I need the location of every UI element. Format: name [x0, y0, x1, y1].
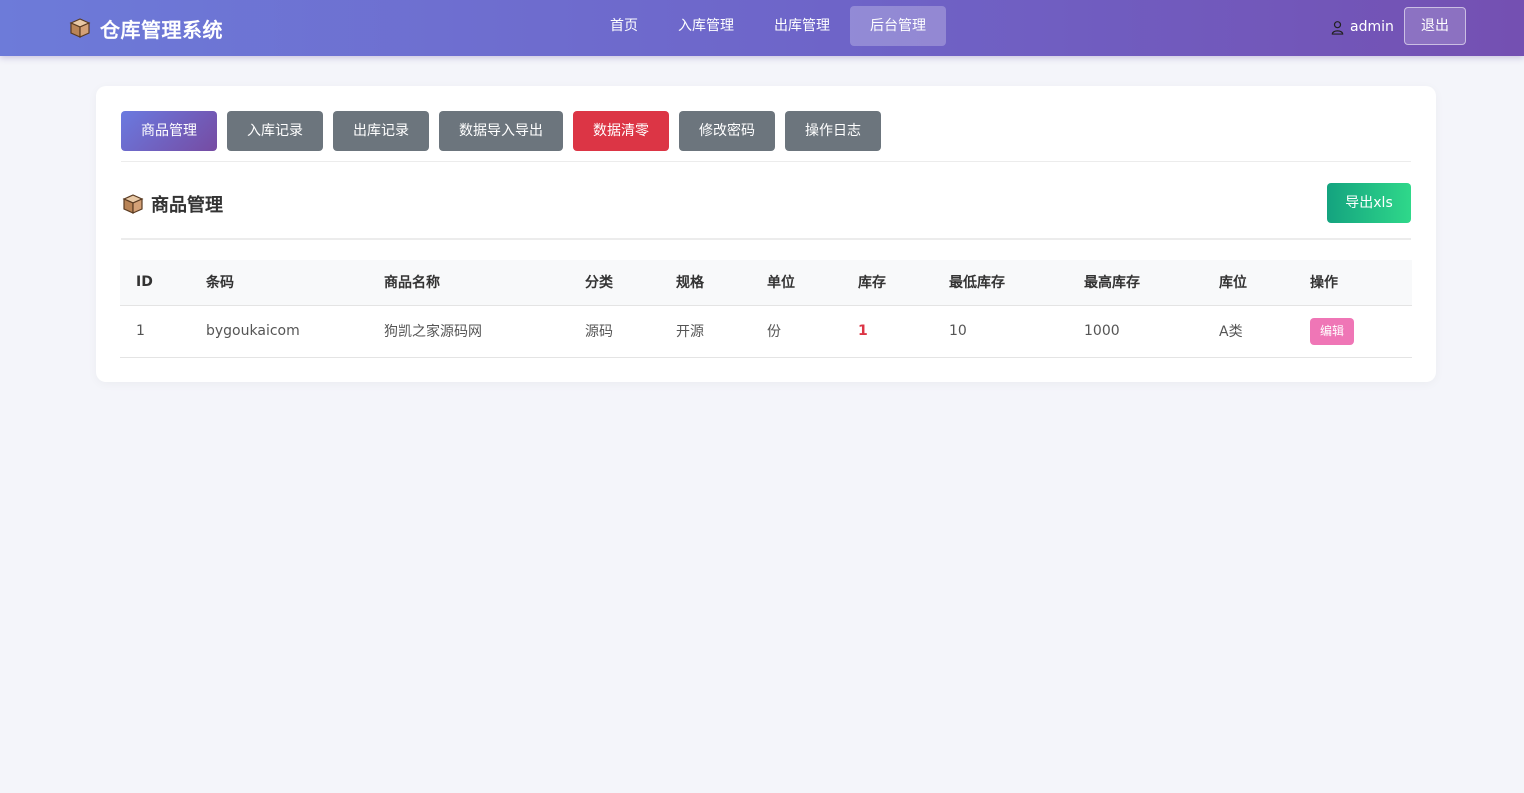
table-header: ID 条码 商品名称 分类 规格 单位 库存 最低库存 最高库存 库位 操作: [120, 260, 1412, 306]
tab-product-management[interactable]: 商品管理: [121, 111, 217, 151]
products-table: ID 条码 商品名称 分类 规格 单位 库存 最低库存 最高库存 库位 操作 1…: [120, 260, 1412, 358]
package-box-icon: [69, 18, 91, 38]
main-nav: 首页 入库管理 出库管理 后台管理: [590, 6, 946, 46]
tabs-divider: [121, 161, 1411, 162]
tab-inbound-records[interactable]: 入库记录: [227, 111, 323, 151]
tab-outbound-records[interactable]: 出库记录: [333, 111, 429, 151]
cell-unit: 份: [751, 305, 842, 358]
cell-stock: 1: [842, 305, 933, 358]
column-header-actions: 操作: [1294, 260, 1412, 306]
column-header-barcode: 条码: [190, 260, 368, 306]
column-header-category: 分类: [569, 260, 660, 306]
cell-actions: 编辑: [1294, 305, 1412, 358]
cell-id: 1: [120, 305, 190, 358]
export-xls-button[interactable]: 导出xls: [1327, 183, 1411, 223]
edit-button[interactable]: 编辑: [1310, 317, 1355, 345]
nav-outbound[interactable]: 出库管理: [754, 6, 850, 46]
column-header-max-stock: 最高库存: [1068, 260, 1203, 306]
nav-home[interactable]: 首页: [590, 6, 658, 46]
user-info: admin: [1330, 16, 1394, 38]
logout-button[interactable]: 退出: [1404, 7, 1466, 45]
table-row: 1 bygoukaicom 狗凯之家源码网 源码 开源 份 1 10 1000 …: [120, 305, 1412, 358]
cell-max-stock: 1000: [1068, 305, 1203, 358]
cell-category: 源码: [569, 305, 660, 358]
section-title: 商品管理: [151, 195, 223, 216]
tab-operation-log[interactable]: 操作日志: [785, 111, 881, 151]
section-header: 商品管理: [121, 190, 223, 218]
admin-panel-card: 商品管理 入库记录 出库记录 数据导入导出 数据清零 修改密码 操作日志 商品管…: [96, 86, 1436, 382]
column-header-min-stock: 最低库存: [933, 260, 1068, 306]
cell-name: 狗凯之家源码网: [368, 305, 569, 358]
top-navbar: 仓库管理系统 首页 入库管理 出库管理 后台管理 admin 退出: [0, 0, 1524, 56]
nav-inbound[interactable]: 入库管理: [658, 6, 754, 46]
cell-min-stock: 10: [933, 305, 1068, 358]
package-box-icon: [122, 194, 144, 214]
column-header-stock: 库存: [842, 260, 933, 306]
section-divider: [121, 238, 1411, 240]
nav-admin[interactable]: 后台管理: [850, 6, 946, 46]
cell-spec: 开源: [660, 305, 751, 358]
column-header-name: 商品名称: [368, 260, 569, 306]
admin-tabs: 商品管理 入库记录 出库记录 数据导入导出 数据清零 修改密码 操作日志: [121, 111, 881, 151]
user-icon: [1331, 20, 1344, 35]
brand-title: 仓库管理系统: [100, 17, 223, 42]
tab-change-password[interactable]: 修改密码: [679, 111, 775, 151]
cell-barcode: bygoukaicom: [190, 305, 368, 358]
cell-location: A类: [1203, 305, 1294, 358]
tab-data-import-export[interactable]: 数据导入导出: [439, 111, 563, 151]
column-header-unit: 单位: [751, 260, 842, 306]
column-header-id: ID: [120, 260, 190, 306]
column-header-location: 库位: [1203, 260, 1294, 306]
username: admin: [1350, 19, 1394, 35]
tab-data-reset[interactable]: 数据清零: [573, 111, 669, 151]
brand[interactable]: 仓库管理系统: [68, 14, 223, 42]
column-header-spec: 规格: [660, 260, 751, 306]
